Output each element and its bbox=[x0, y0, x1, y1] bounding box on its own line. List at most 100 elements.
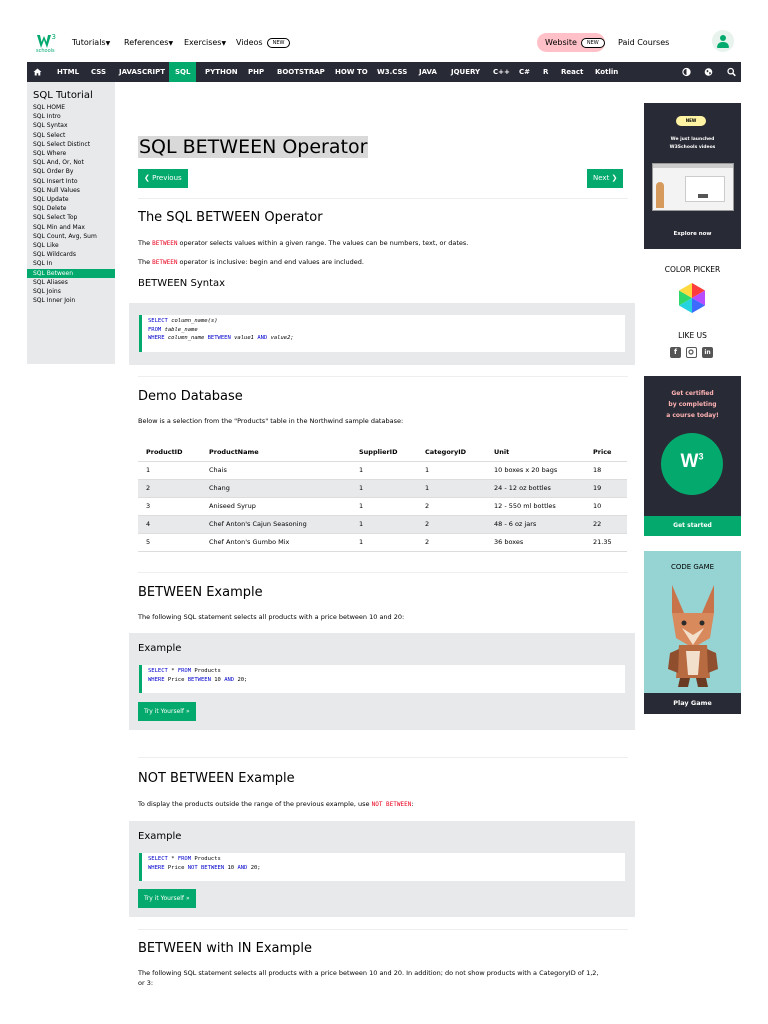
table-cell: 22 bbox=[585, 515, 627, 534]
sidebar-item[interactable]: SQL Joins bbox=[27, 287, 115, 296]
sidebar-item[interactable]: SQL Select bbox=[27, 131, 115, 140]
code-game-ad[interactable]: CODE GAME Play Game bbox=[644, 551, 741, 714]
sidebar-item[interactable]: SQL Wildcards bbox=[27, 250, 115, 259]
column-header: CategoryID bbox=[417, 443, 486, 462]
topnav-sql[interactable]: SQL bbox=[169, 62, 197, 82]
topnav-kotlin[interactable]: Kotlin bbox=[595, 62, 618, 82]
explore-now-link[interactable]: Explore now bbox=[644, 231, 741, 237]
topnav-r[interactable]: R bbox=[543, 62, 548, 82]
home-icon[interactable] bbox=[33, 62, 42, 82]
sidebar-item[interactable]: SQL Inner Join bbox=[27, 296, 115, 305]
sidebar-item[interactable]: SQL In bbox=[27, 259, 115, 268]
previous-button[interactable]: ❮ Previous bbox=[138, 169, 188, 188]
table-row: 5 Chef Anton's Gumbo Mix 1 2 36 boxes 21.35 bbox=[138, 533, 627, 552]
top-header: 3 schools Tutorials▼ References▼ Exercis… bbox=[0, 0, 768, 62]
instagram-icon[interactable] bbox=[686, 347, 697, 358]
ad-text: Get certified by completing a course tod… bbox=[666, 390, 719, 419]
sidebar-item[interactable]: SQL Order By bbox=[27, 167, 115, 176]
table-row: 3 Aniseed Syrup 1 2 12 - 550 ml bottles 10 bbox=[138, 497, 627, 516]
table-cell: 5 bbox=[138, 533, 201, 552]
topnav-python[interactable]: PYTHON bbox=[205, 62, 238, 82]
sidebar-item[interactable]: SQL HOME bbox=[27, 103, 115, 112]
sidebar-item[interactable]: SQL Like bbox=[27, 241, 115, 250]
table-cell: 1 bbox=[351, 533, 417, 552]
table-cell: 10 bbox=[585, 497, 627, 516]
topnav-javascript[interactable]: JAVASCRIPT bbox=[119, 62, 165, 82]
color-picker-label: COLOR PICKER bbox=[664, 265, 721, 274]
section-heading: BETWEEN with IN Example bbox=[138, 941, 313, 956]
sidebar-item-active[interactable]: SQL Between bbox=[27, 268, 115, 278]
globe-icon[interactable] bbox=[704, 62, 713, 82]
color-picker-icon[interactable] bbox=[676, 283, 708, 313]
get-started-button[interactable]: Get started bbox=[644, 516, 741, 536]
sidebar-item[interactable]: SQL Min and Max bbox=[27, 223, 115, 232]
topnav-csharp[interactable]: C# bbox=[519, 62, 530, 82]
play-game-button[interactable]: Play Game bbox=[644, 693, 741, 714]
paragraph: or 3: bbox=[138, 979, 154, 987]
nav-videos[interactable]: Videos NEW bbox=[236, 38, 291, 48]
videos-ad[interactable]: NEW We just launched W3Schools videos Ex… bbox=[644, 103, 741, 249]
topnav-java[interactable]: JAVA bbox=[419, 62, 437, 82]
topnav-howto[interactable]: HOW TO bbox=[335, 62, 368, 82]
table-row: 2 Chang 1 1 24 - 12 oz bottles 19 bbox=[138, 479, 627, 498]
user-account-icon[interactable] bbox=[712, 30, 734, 52]
topnav-html[interactable]: HTML bbox=[57, 62, 79, 82]
keyword-not-between: NOT BETWEEN bbox=[371, 801, 412, 808]
nav-exercises[interactable]: Exercises▼ bbox=[184, 38, 226, 47]
sidebar-item[interactable]: SQL Where bbox=[27, 149, 115, 158]
sidebar-item[interactable]: SQL Count, Avg, Sum bbox=[27, 232, 115, 241]
topnav-jquery[interactable]: JQUERY bbox=[451, 62, 480, 82]
certification-ad[interactable]: Get certified by completing a course tod… bbox=[644, 376, 741, 536]
table-cell: 2 bbox=[138, 479, 201, 498]
theme-toggle-icon[interactable] bbox=[682, 62, 691, 82]
sidebar-item[interactable]: SQL Intro bbox=[27, 112, 115, 121]
facebook-icon[interactable]: f bbox=[670, 347, 681, 358]
nav-tutorials[interactable]: Tutorials▼ bbox=[72, 38, 110, 47]
section-heading: The SQL BETWEEN Operator bbox=[138, 210, 323, 225]
divider bbox=[138, 376, 628, 377]
topnav-css[interactable]: CSS bbox=[91, 62, 106, 82]
topnav-php[interactable]: PHP bbox=[248, 62, 264, 82]
logo-text: schools bbox=[36, 48, 55, 54]
topnav-cpp[interactable]: C++ bbox=[493, 62, 510, 82]
sidebar-item[interactable]: SQL Delete bbox=[27, 204, 115, 213]
table-cell: 2 bbox=[417, 497, 486, 516]
table-cell: 1 bbox=[351, 515, 417, 534]
table-cell: 12 - 550 ml bottles bbox=[486, 497, 585, 516]
topics-nav: HTML CSS JAVASCRIPT SQL PYTHON PHP BOOTS… bbox=[27, 62, 741, 82]
sidebar-item[interactable]: SQL And, Or, Not bbox=[27, 158, 115, 167]
like-us-label: LIKE US bbox=[678, 331, 707, 340]
new-badge: NEW bbox=[676, 116, 706, 126]
table-cell: 1 bbox=[417, 479, 486, 498]
topnav-react[interactable]: React bbox=[561, 62, 583, 82]
sidebar-item[interactable]: SQL Select Distinct bbox=[27, 140, 115, 149]
website-button[interactable]: Website NEW bbox=[537, 33, 605, 52]
paid-courses-link[interactable]: Paid Courses bbox=[618, 38, 669, 47]
next-button[interactable]: Next ❯ bbox=[587, 169, 624, 188]
nav-references[interactable]: References▼ bbox=[124, 38, 173, 47]
sidebar-item[interactable]: SQL Null Values bbox=[27, 186, 115, 195]
table-row: 1 Chais 1 1 10 boxes x 20 bags 18 bbox=[138, 461, 627, 480]
table-header-row: ProductID ProductName SupplierID Categor… bbox=[138, 443, 627, 462]
table-cell: 48 - 6 oz jars bbox=[486, 515, 585, 534]
topnav-w3css[interactable]: W3.CSS bbox=[377, 62, 407, 82]
sidebar-item[interactable]: SQL Syntax bbox=[27, 121, 115, 130]
table-cell: 18 bbox=[585, 461, 627, 480]
try-it-yourself-button[interactable]: Try it Yourself » bbox=[138, 702, 196, 721]
keyword-between: BETWEEN bbox=[152, 259, 178, 266]
sidebar-item[interactable]: SQL Aliases bbox=[27, 278, 115, 287]
table-cell: 36 boxes bbox=[486, 533, 585, 552]
column-header: Price bbox=[585, 443, 627, 462]
try-it-yourself-button[interactable]: Try it Yourself » bbox=[138, 889, 196, 908]
search-icon[interactable] bbox=[727, 62, 736, 82]
sidebar-item[interactable]: SQL Select Top bbox=[27, 213, 115, 222]
table-cell: 4 bbox=[138, 515, 201, 534]
column-header: Unit bbox=[486, 443, 585, 462]
topnav-bootstrap[interactable]: BOOTSTRAP bbox=[277, 62, 325, 82]
ad-text: We just launched W3Schools videos bbox=[669, 137, 716, 150]
sidebar-item[interactable]: SQL Insert Into bbox=[27, 177, 115, 186]
table-cell: Aniseed Syrup bbox=[201, 497, 351, 516]
table-cell: 2 bbox=[417, 515, 486, 534]
sidebar-item[interactable]: SQL Update bbox=[27, 195, 115, 204]
linkedin-icon[interactable]: in bbox=[702, 347, 713, 358]
